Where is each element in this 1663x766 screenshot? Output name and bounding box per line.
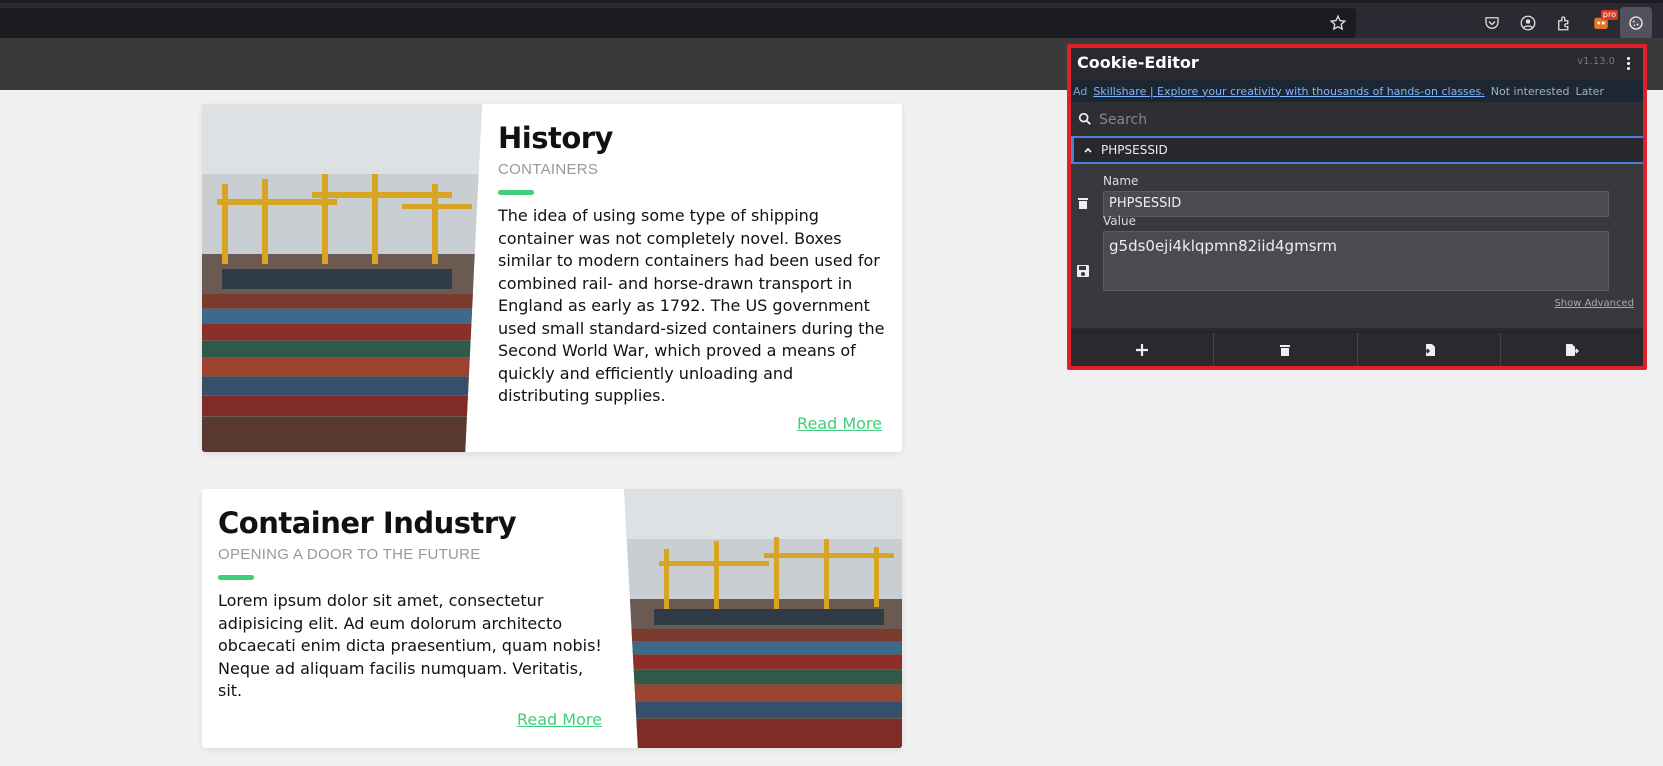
name-field[interactable]: PHPSESSID xyxy=(1103,191,1609,217)
import-icon xyxy=(1422,343,1435,356)
accent-bar xyxy=(498,190,534,195)
container-industry-card: Container Industry OPENING A DOOR TO THE… xyxy=(202,489,902,748)
card-subtitle: CONTAINERS xyxy=(498,161,599,178)
card-body: The idea of using some type of shipping … xyxy=(498,206,885,405)
read-more-link[interactable]: Read More xyxy=(517,710,602,729)
delete-all-icon xyxy=(1280,344,1291,356)
cookie-name-label: PHPSESSID xyxy=(1101,143,1168,157)
ad-not-interested-button[interactable]: Not interested xyxy=(1491,85,1570,98)
show-advanced-link[interactable]: Show Advanced xyxy=(1554,298,1634,309)
search-bar xyxy=(1071,102,1643,138)
search-icon xyxy=(1078,112,1091,125)
ad-later-button[interactable]: Later xyxy=(1576,85,1604,98)
add-cookie-button[interactable] xyxy=(1071,333,1215,366)
cookie-editor-icon[interactable] xyxy=(1620,7,1652,39)
read-more-link[interactable]: Read More xyxy=(797,414,882,433)
search-input[interactable] xyxy=(1099,108,1619,132)
account-icon[interactable] xyxy=(1517,12,1539,34)
delete-all-button[interactable] xyxy=(1214,333,1358,366)
accent-bar xyxy=(218,575,254,580)
pro-badge: pro xyxy=(1600,10,1618,20)
trash-icon[interactable] xyxy=(1076,196,1090,210)
add-icon xyxy=(1136,343,1149,356)
browser-toolbar: pro xyxy=(0,0,1663,39)
port-cranes-image xyxy=(624,489,902,748)
port-cranes-image xyxy=(202,104,482,452)
ad-banner: Ad Skillshare | Explore your creativity … xyxy=(1071,80,1643,102)
cookie-editor-footer xyxy=(1071,332,1643,366)
save-icon[interactable] xyxy=(1076,264,1090,278)
cookie-editor-header: Cookie-Editor v1.13.0 xyxy=(1071,48,1643,80)
cookie-row-header[interactable]: PHPSESSID xyxy=(1071,138,1643,164)
cookie-editor-title: Cookie-Editor xyxy=(1077,53,1199,72)
bookmark-star-icon[interactable] xyxy=(1327,12,1349,34)
value-label: Value xyxy=(1103,214,1136,228)
ad-tag: Ad xyxy=(1073,84,1088,98)
history-card: History CONTAINERS The idea of using som… xyxy=(202,104,902,452)
cookie-detail: Name PHPSESSID Value g5ds0eji4klqpmn82ii… xyxy=(1071,164,1643,328)
chevron-up-icon[interactable] xyxy=(1082,144,1094,156)
value-field[interactable]: g5ds0eji4klqpmn82iid4gmsrm xyxy=(1103,231,1609,291)
card-title: History xyxy=(498,121,613,155)
url-bar[interactable] xyxy=(0,8,1356,38)
card-body: Lorem ipsum dolor sit amet, consectetur … xyxy=(218,591,602,700)
export-icon xyxy=(1565,343,1579,356)
pro-extension-icon[interactable]: pro xyxy=(1590,10,1618,34)
version-label: v1.13.0 xyxy=(1577,56,1615,67)
more-options-icon[interactable] xyxy=(1621,53,1635,73)
ad-link[interactable]: Skillshare | Explore your creativity wit… xyxy=(1093,85,1484,98)
extensions-icon[interactable] xyxy=(1553,12,1575,34)
card-subtitle: OPENING A DOOR TO THE FUTURE xyxy=(218,546,481,563)
import-button[interactable] xyxy=(1358,333,1501,366)
pocket-icon[interactable] xyxy=(1481,12,1503,34)
card-title: Container Industry xyxy=(218,506,517,540)
name-label: Name xyxy=(1103,174,1139,188)
export-button[interactable] xyxy=(1501,333,1643,366)
cookie-editor-panel: Cookie-Editor v1.13.0 Ad Skillshare | Ex… xyxy=(1067,44,1647,370)
